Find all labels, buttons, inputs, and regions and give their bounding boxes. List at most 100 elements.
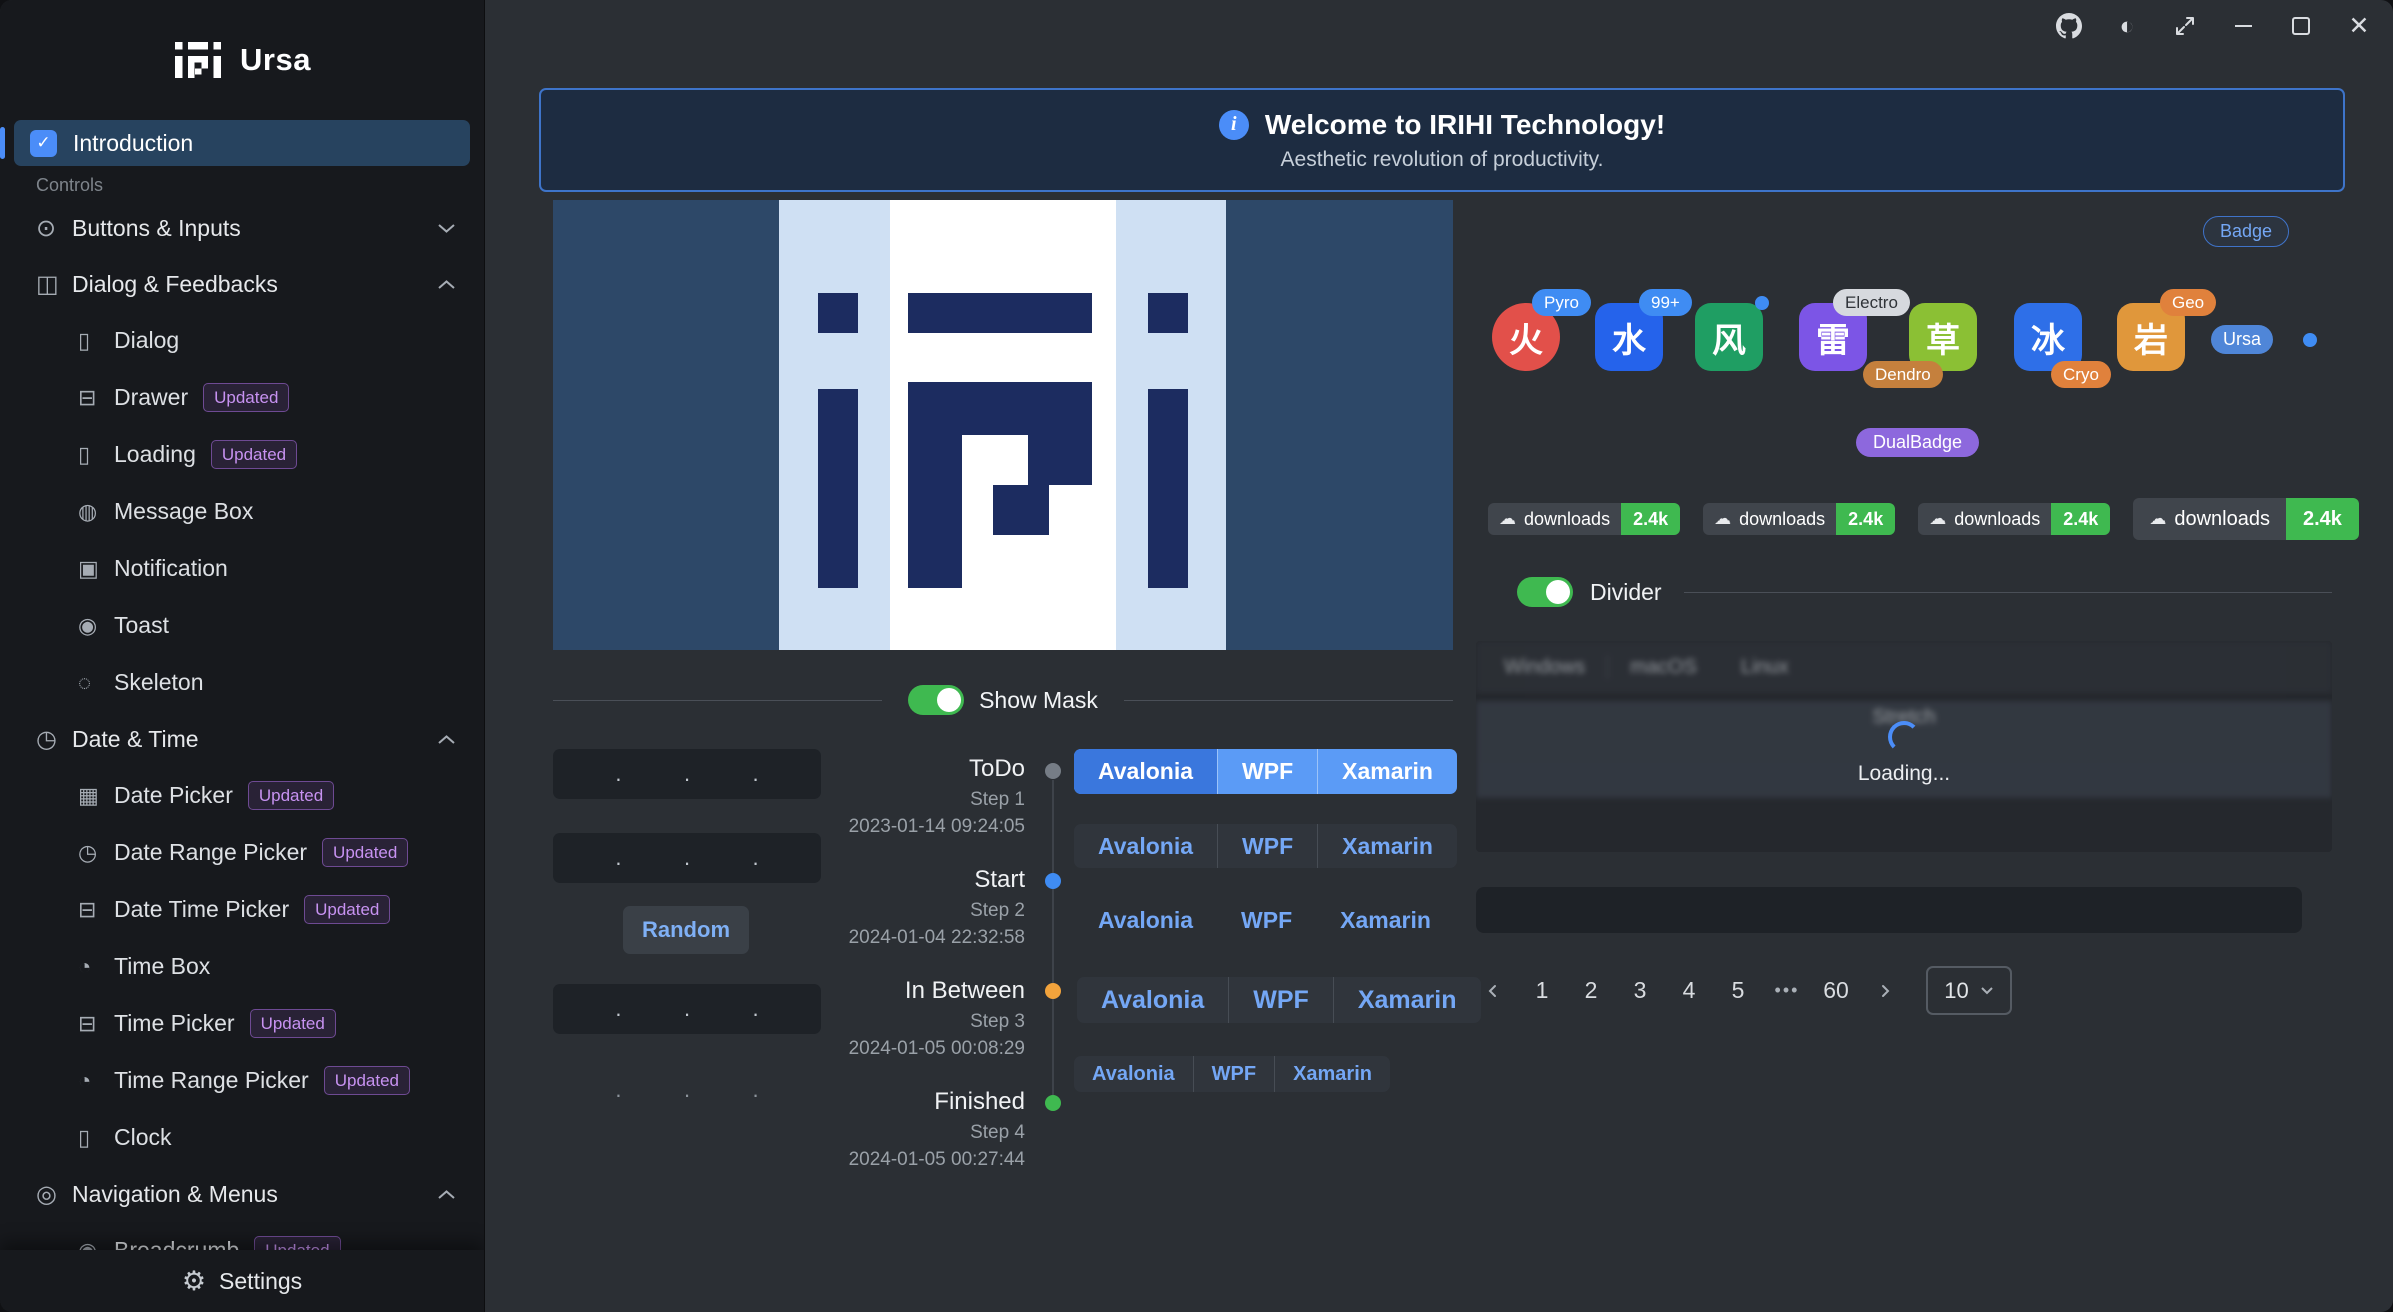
loading-demo-panel: Windows macOS Linux Stretch Loading... (1476, 641, 2332, 852)
theme-toggle-icon[interactable]: ◐ (2113, 12, 2141, 40)
updated-badge: Updated (322, 838, 408, 867)
avalonia-button[interactable]: Avalonia (1077, 977, 1228, 1023)
sidebar-item-label: Introduction (73, 130, 193, 157)
ursa-badge: Ursa (2211, 325, 2273, 354)
random-button[interactable]: Random (623, 906, 749, 954)
empty-progress-bar[interactable] (1476, 887, 2302, 933)
sidebar-item-dialog[interactable]: ▯ Dialog (0, 312, 484, 369)
sidebar-item-date-time-picker[interactable]: ⊟ Date Time Picker Updated (0, 881, 484, 938)
info-icon: i (1219, 110, 1249, 140)
dot-badge (1755, 296, 1769, 310)
pyro-badge: Pyro (1532, 289, 1591, 316)
sidebar-item-drawer[interactable]: ⊟ Drawer Updated (0, 369, 484, 426)
tab-linux[interactable]: Linux (1719, 641, 1811, 693)
updated-badge: Updated (211, 440, 297, 469)
cloud-icon: ☁ (1714, 509, 1731, 529)
xamarin-button[interactable]: Xamarin (1317, 824, 1457, 868)
xamarin-button[interactable]: Xamarin (1316, 899, 1455, 941)
clock-icon: ◔ (78, 954, 114, 980)
wpf-button[interactable]: WPF (1217, 899, 1316, 941)
wpf-button[interactable]: WPF (1228, 977, 1333, 1023)
xamarin-button[interactable]: Xamarin (1317, 749, 1457, 794)
chevron-up-icon (437, 279, 456, 290)
page-size-select[interactable]: 10 (1926, 966, 2012, 1015)
skeleton-icon: ◌ (78, 670, 114, 696)
page-button[interactable]: 5 (1718, 968, 1758, 1013)
sidebar-item-time-range-picker[interactable]: ◔ Time Range Picker Updated (0, 1052, 484, 1109)
sidebar-item-introduction[interactable]: ✓ Introduction (14, 120, 470, 166)
badge-section-label: Badge (2203, 216, 2289, 247)
toast-icon: ◉ (78, 613, 114, 639)
irihi-logo-image (553, 200, 1453, 650)
next-page-button[interactable] (1865, 968, 1905, 1013)
sidebar-section-controls: Controls (0, 166, 484, 200)
tab-macos[interactable]: macOS (1608, 641, 1719, 693)
wpf-button[interactable]: WPF (1217, 749, 1317, 794)
divider-line (1684, 592, 2332, 593)
sidebar-item-time-box[interactable]: ◔ Time Box (0, 938, 484, 995)
dual-badge-label: DualBadge (1856, 428, 1979, 457)
sidebar-item-toast[interactable]: ◉ Toast (0, 597, 484, 654)
github-icon[interactable] (2055, 12, 2083, 40)
page-button[interactable]: 3 (1620, 968, 1660, 1013)
show-mask-toggle[interactable] (908, 685, 964, 715)
button-group-dark: Avalonia WPF Xamarin (1074, 824, 1457, 868)
sidebar-group-buttons-inputs[interactable]: ⊙ Buttons & Inputs (0, 200, 484, 256)
sidebar-item-notification[interactable]: ▣ Notification (0, 540, 484, 597)
minimize-button[interactable] (2229, 12, 2257, 40)
divider-demo-row: Divider (1517, 572, 2332, 612)
avalonia-button[interactable]: Avalonia (1074, 899, 1217, 941)
updated-badge: Updated (324, 1066, 410, 1095)
sidebar-item-time-picker[interactable]: ⊟ Time Picker Updated (0, 995, 484, 1052)
welcome-banner: i Welcome to IRIHI Technology! Aesthetic… (539, 88, 2345, 192)
gear-icon: ⚙ (182, 1266, 206, 1297)
page-button-last[interactable]: 60 (1816, 968, 1856, 1013)
sidebar-item-clock[interactable]: ▯ Clock (0, 1109, 484, 1166)
xamarin-button[interactable]: Xamarin (1274, 1056, 1390, 1092)
avalonia-button[interactable]: Avalonia (1074, 1056, 1193, 1092)
button-group-solid: Avalonia WPF Xamarin (1074, 749, 1457, 794)
page-button[interactable]: 1 (1522, 968, 1562, 1013)
updated-badge: Updated (250, 1009, 336, 1038)
message-icon: ◍ (78, 499, 114, 525)
pagination: 1 2 3 4 5 ••• 60 10 (1473, 966, 2012, 1015)
wpf-button[interactable]: WPF (1193, 1056, 1274, 1092)
sidebar-item-skeleton[interactable]: ◌ Skeleton (0, 654, 484, 711)
loading-text: Loading... (1858, 762, 1950, 786)
sidebar-item-loading[interactable]: ▯ Loading Updated (0, 426, 484, 483)
divider-toggle[interactable] (1517, 577, 1573, 607)
notification-icon: ▣ (78, 556, 114, 582)
page-button[interactable]: 4 (1669, 968, 1709, 1013)
clock-icon: ◔ (78, 1068, 114, 1094)
maximize-button[interactable] (2287, 12, 2315, 40)
avalonia-button[interactable]: Avalonia (1074, 749, 1217, 794)
sidebar-item-date-picker[interactable]: ▦ Date Picker Updated (0, 767, 484, 824)
page-button[interactable]: 2 (1571, 968, 1611, 1013)
irihi-logo-icon (173, 35, 223, 85)
download-badge: ☁downloads 2.4k (1703, 503, 1895, 535)
timeline-entry: In Between Step 3 2024-01-05 00:08:29 (780, 977, 1025, 1060)
cloud-icon: ☁ (2149, 509, 2166, 529)
avalonia-button[interactable]: Avalonia (1074, 824, 1217, 868)
drawer-icon: ⊟ (78, 1011, 114, 1037)
expand-icon[interactable] (2171, 12, 2199, 40)
ellipsis-button[interactable]: ••• (1767, 968, 1807, 1013)
tab-windows[interactable]: Windows (1482, 641, 1607, 693)
wpf-button[interactable]: WPF (1217, 824, 1317, 868)
sidebar-item-message-box[interactable]: ◍ Message Box (0, 483, 484, 540)
prev-page-button[interactable] (1473, 968, 1513, 1013)
xamarin-button[interactable]: Xamarin (1333, 977, 1481, 1023)
window-controls: ◐ ✕ (2055, 12, 2373, 40)
divider-line (1124, 700, 1453, 701)
sidebar-group-navigation-menus[interactable]: ◎ Navigation & Menus (0, 1166, 484, 1222)
settings-button[interactable]: ⚙ Settings (0, 1250, 484, 1312)
close-button[interactable]: ✕ (2345, 12, 2373, 40)
show-mask-label: Show Mask (979, 687, 1098, 714)
phone-icon: ▯ (78, 328, 114, 354)
timeline-dot-in-between (1045, 983, 1061, 999)
sidebar-item-date-range-picker[interactable]: ◷ Date Range Picker Updated (0, 824, 484, 881)
sidebar-group-dialog-feedbacks[interactable]: ◫ Dialog & Feedbacks (0, 256, 484, 312)
app-window: Ursa ✓ Introduction Controls ⊙ Buttons &… (0, 0, 2393, 1312)
sidebar-group-date-time[interactable]: ◷ Date & Time (0, 711, 484, 767)
main-content: ◐ ✕ i Welcome to IRIHI Technology! Aesth… (485, 0, 2393, 1312)
